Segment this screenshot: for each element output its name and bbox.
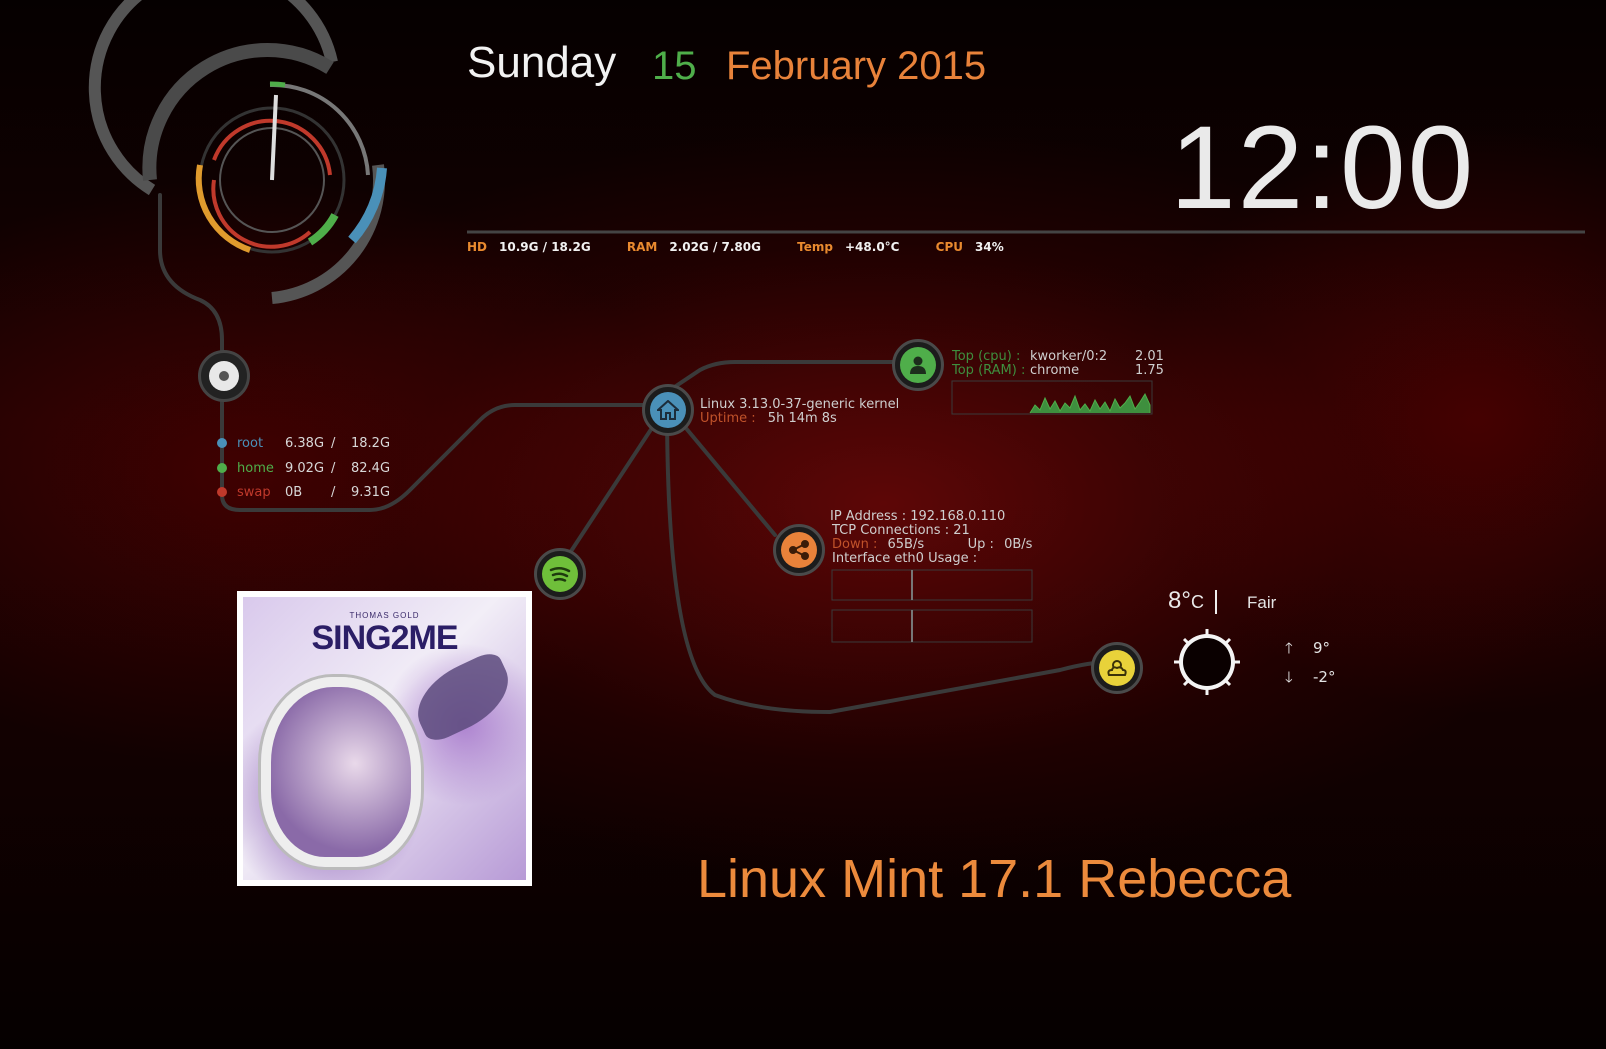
power-button[interactable] [198, 350, 250, 402]
weather-temp-unit: C [1190, 592, 1204, 612]
top-ram-value: 1.75 [1135, 363, 1164, 378]
disk-home-sep: / [331, 461, 336, 476]
album-cover: THOMAS GOLD SING2ME [243, 597, 526, 880]
disk-home-used: 9.02G [285, 461, 325, 476]
weather-high-row: 🡑 9° [1285, 638, 1330, 663]
disk-swap-used: 0B [285, 485, 303, 500]
net-speed-row: Down : 65B/s Up : 0B/s [832, 537, 1032, 552]
ip-address: IP Address : 192.168.0.110 [830, 509, 1006, 524]
share-icon [781, 532, 817, 568]
disk-swap: swap 0B / 9.31G [237, 485, 390, 500]
up-value: 0B/s [1004, 537, 1033, 552]
cpu-value: 34% [975, 240, 1004, 254]
cpu-label: CPU [935, 240, 964, 254]
up-label: Up : [967, 537, 994, 552]
disk-root-sep: / [331, 436, 336, 451]
top-cpu-value: 2.01 [1135, 349, 1164, 364]
arrow-down-icon: 🡓 [1285, 668, 1293, 686]
top-cpu-process: kworker/0:2 [1030, 349, 1108, 364]
date-weekday: Sunday [467, 38, 617, 87]
network-node[interactable] [773, 524, 825, 576]
system-stats-bar: HD 10.9G / 18.2G RAM 2.02G / 7.80G Temp +48… [467, 240, 1036, 254]
top-cpu-row: Top (cpu) : kworker/0:2 2.01 [952, 349, 1164, 364]
astronaut-image [261, 677, 421, 867]
sun-icon [1174, 629, 1240, 695]
kernel-text: Linux 3.13.0-37-generic kernel [700, 397, 900, 412]
uptime-value: 5h 14m 8s [767, 411, 837, 426]
down-value: 65B/s [887, 537, 925, 552]
interface-usage: Interface eth0 Usage : [832, 551, 978, 566]
album-art-frame[interactable]: THOMAS GOLD SING2ME [237, 591, 532, 886]
top-cpu-label: Top (cpu) : [952, 349, 1021, 364]
disk-root: root 6.38G / 18.2G [237, 436, 390, 451]
home-node[interactable] [642, 384, 694, 436]
weather-low: -2° [1313, 668, 1336, 686]
disk-swap-sep: / [331, 485, 336, 500]
temp-label: Temp [797, 240, 833, 254]
disk-root-used: 6.38G [285, 436, 325, 451]
uptime-label: Uptime : [700, 411, 756, 426]
disk-home-total: 82.4G [351, 461, 391, 476]
top-ram-row: Top (RAM) : chrome 1.75 [952, 363, 1164, 378]
dove-image [405, 648, 521, 746]
disk-root-total: 18.2G [351, 436, 391, 451]
disk-home: home 9.02G / 82.4G [237, 461, 390, 476]
hd-label: HD [467, 240, 488, 254]
date-month-year: February 2015 [726, 44, 987, 88]
spotify-icon [542, 556, 578, 592]
user-node[interactable] [892, 339, 944, 391]
uptime-row: Uptime : 5h 14m 8s [700, 411, 837, 426]
hd-value: 10.9G / 18.2G [499, 240, 591, 254]
disk-swap-name: swap [237, 485, 271, 500]
disk-home-name: home [237, 461, 274, 476]
weather-condition: Fair [1247, 593, 1277, 612]
album-title: SING2ME [311, 619, 458, 657]
disk-swap-total: 9.31G [351, 485, 391, 500]
user-icon [900, 347, 936, 383]
top-ram-process: chrome [1030, 363, 1080, 378]
os-name: Linux Mint 17.1 Rebecca [697, 849, 1292, 909]
date-day: 15 [652, 44, 697, 88]
ram-value: 2.02G / 7.80G [669, 240, 761, 254]
top-ram-label: Top (RAM) : [952, 363, 1026, 378]
weather-temperature: 8°C [1168, 587, 1204, 615]
down-label: Down : [832, 537, 878, 552]
tcp-connections: TCP Connections : 21 [832, 523, 970, 538]
weather-cloud-icon [1099, 650, 1135, 686]
spotify-node[interactable] [534, 548, 586, 600]
temp-value: +48.0°C [845, 240, 900, 254]
arrow-up-icon: 🡑 [1285, 639, 1293, 657]
weather-high: 9° [1313, 639, 1331, 657]
weather-low-row: 🡓 -2° [1285, 667, 1335, 692]
ram-label: RAM [626, 240, 658, 254]
weather-node[interactable] [1091, 642, 1143, 694]
disk-root-name: root [237, 436, 264, 451]
weather-temp-value: 8° [1168, 587, 1191, 614]
clock-time: 12:00 [1170, 102, 1476, 234]
home-icon [650, 392, 686, 428]
power-icon [209, 361, 239, 391]
